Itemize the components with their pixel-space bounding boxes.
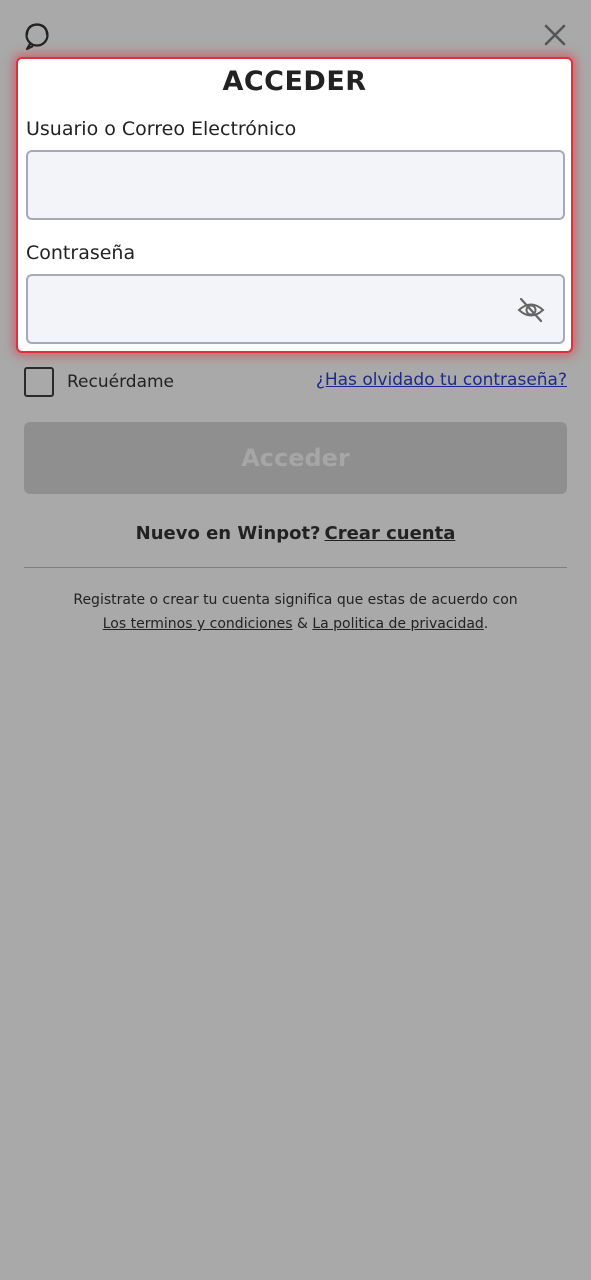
terms-link[interactable]: Los terminos y condiciones bbox=[103, 616, 293, 632]
create-account-link[interactable]: Crear cuenta bbox=[325, 523, 456, 544]
forgot-password-link[interactable]: ¿Has olvidado tu contraseña? bbox=[316, 370, 567, 390]
divider bbox=[24, 567, 567, 568]
password-label: Contraseña bbox=[26, 242, 136, 264]
remember-me-label: Recuérdame bbox=[67, 372, 175, 392]
legal-separator: & bbox=[296, 616, 308, 632]
signup-prompt: Nuevo en Winpot? bbox=[135, 523, 321, 544]
eye-off-icon[interactable] bbox=[516, 296, 546, 324]
legal-end: . bbox=[483, 616, 489, 632]
password-input[interactable] bbox=[26, 274, 565, 344]
legal-text: Registrate o crear tu cuenta significa q… bbox=[73, 592, 518, 608]
username-label: Usuario o Correo Electrónico bbox=[26, 118, 297, 140]
legal-links: Los terminos y condiciones & La politica… bbox=[0, 616, 591, 632]
login-title: ACCEDER bbox=[222, 66, 367, 97]
close-icon[interactable] bbox=[541, 21, 569, 49]
top-bar bbox=[0, 0, 591, 60]
login-card: ACCEDER Usuario o Correo Electrónico Con… bbox=[16, 57, 573, 353]
username-input[interactable] bbox=[26, 150, 565, 220]
signup-row: Nuevo en Winpot? Crear cuenta bbox=[0, 523, 591, 544]
login-submit-button[interactable]: Acceder bbox=[24, 422, 567, 494]
privacy-link[interactable]: La politica de privacidad bbox=[312, 616, 483, 632]
headset-chat-icon[interactable] bbox=[21, 20, 53, 52]
remember-me-checkbox[interactable] bbox=[24, 367, 54, 397]
